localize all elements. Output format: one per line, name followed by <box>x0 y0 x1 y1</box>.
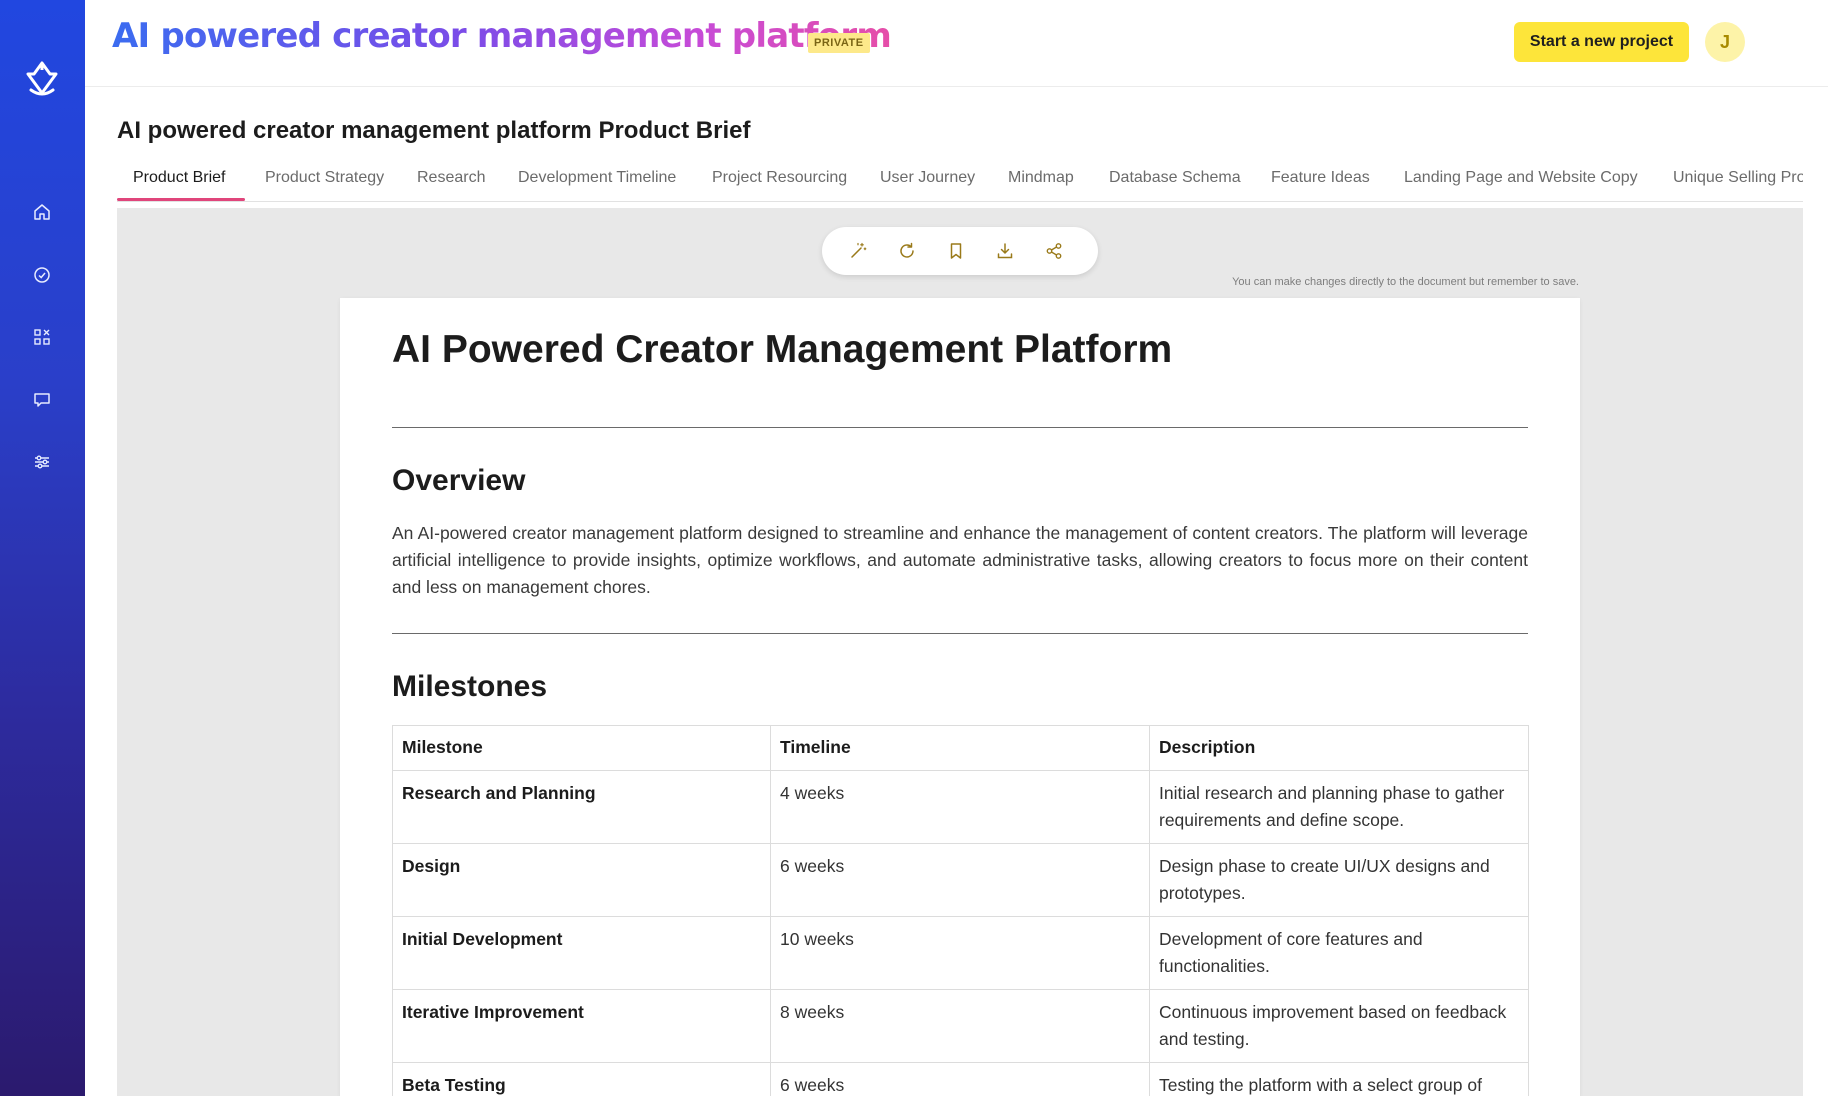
description-cell[interactable]: Testing the platform with a select group… <box>1149 1062 1529 1096</box>
milestones-table: Milestone Timeline Description Research … <box>392 725 1529 1096</box>
column-header-description: Description <box>1149 725 1529 771</box>
sliders-icon[interactable] <box>30 450 54 474</box>
bookmark-icon[interactable] <box>944 239 968 263</box>
user-avatar[interactable]: J <box>1705 22 1745 62</box>
active-tab-indicator <box>117 198 245 201</box>
divider <box>392 427 1528 428</box>
table-header-row: Milestone Timeline Description <box>392 725 1529 771</box>
milestones-heading[interactable]: Milestones <box>392 670 547 704</box>
overview-heading[interactable]: Overview <box>392 464 525 498</box>
table-row: Iterative Improvement 8 weeks Continuous… <box>392 989 1529 1063</box>
save-hint: You can make changes directly to the doc… <box>1232 276 1579 288</box>
check-circle-icon[interactable] <box>30 263 54 287</box>
overview-paragraph[interactable]: An AI-powered creator management platfor… <box>392 520 1528 601</box>
tab-user-journey[interactable]: User Journey <box>880 162 975 201</box>
milestone-cell[interactable]: Design <box>392 843 771 917</box>
start-new-project-button[interactable]: Start a new project <box>1514 22 1689 62</box>
tab-product-brief[interactable]: Product Brief <box>133 162 225 201</box>
share-icon[interactable] <box>1042 239 1066 263</box>
chat-icon[interactable] <box>30 388 54 412</box>
home-icon[interactable] <box>30 200 54 224</box>
refresh-icon[interactable] <box>895 239 919 263</box>
tab-project-resourcing[interactable]: Project Resourcing <box>712 162 847 201</box>
document-canvas: You can make changes directly to the doc… <box>117 208 1803 1096</box>
table-row: Research and Planning 4 weeks Initial re… <box>392 770 1529 844</box>
logo-icon[interactable] <box>21 58 63 98</box>
tab-product-strategy[interactable]: Product Strategy <box>265 162 384 201</box>
column-header-timeline: Timeline <box>770 725 1150 771</box>
milestone-cell[interactable]: Initial Development <box>392 916 771 990</box>
private-badge: PRIVATE <box>808 33 870 53</box>
timeline-cell[interactable]: 4 weeks <box>770 770 1150 844</box>
tab-unique-selling-prop[interactable]: Unique Selling Prop <box>1673 162 1803 201</box>
document-title[interactable]: AI Powered Creator Management Platform <box>392 328 1172 372</box>
timeline-cell[interactable]: 8 weeks <box>770 989 1150 1063</box>
tab-landing-page-copy[interactable]: Landing Page and Website Copy <box>1404 162 1638 201</box>
table-row: Beta Testing 6 weeks Testing the platfor… <box>392 1062 1529 1096</box>
timeline-cell[interactable]: 10 weeks <box>770 916 1150 990</box>
magic-wand-icon[interactable] <box>846 239 870 263</box>
column-header-milestone: Milestone <box>392 725 771 771</box>
tab-bar: Product Brief Product Strategy Research … <box>117 162 1803 202</box>
table-row: Initial Development 10 weeks Development… <box>392 916 1529 990</box>
description-cell[interactable]: Development of core features and functio… <box>1149 916 1529 990</box>
divider <box>392 633 1528 634</box>
app-title: AI powered creator management platform <box>112 16 892 56</box>
description-cell[interactable]: Continuous improvement based on feedback… <box>1149 989 1529 1063</box>
timeline-cell[interactable]: 6 weeks <box>770 1062 1150 1096</box>
tab-feature-ideas[interactable]: Feature Ideas <box>1271 162 1370 201</box>
apps-icon[interactable] <box>30 325 54 349</box>
milestone-cell[interactable]: Iterative Improvement <box>392 989 771 1063</box>
milestone-cell[interactable]: Beta Testing <box>392 1062 771 1096</box>
tab-database-schema[interactable]: Database Schema <box>1109 162 1241 201</box>
tab-development-timeline[interactable]: Development Timeline <box>518 162 676 201</box>
timeline-cell[interactable]: 6 weeks <box>770 843 1150 917</box>
milestone-cell[interactable]: Research and Planning <box>392 770 771 844</box>
description-cell[interactable]: Design phase to create UI/UX designs and… <box>1149 843 1529 917</box>
document-toolbar <box>822 227 1098 275</box>
sidebar <box>0 0 85 1096</box>
description-cell[interactable]: Initial research and planning phase to g… <box>1149 770 1529 844</box>
table-row: Design 6 weeks Design phase to create UI… <box>392 843 1529 917</box>
tab-research[interactable]: Research <box>417 162 485 201</box>
top-header: AI powered creator management platform P… <box>85 0 1828 87</box>
document-page[interactable]: AI Powered Creator Management Platform O… <box>340 298 1580 1096</box>
page-title: AI powered creator management platform P… <box>117 117 751 144</box>
tab-mindmap[interactable]: Mindmap <box>1008 162 1074 201</box>
app-root: AI powered creator management platform P… <box>0 0 1828 1096</box>
download-icon[interactable] <box>993 239 1017 263</box>
